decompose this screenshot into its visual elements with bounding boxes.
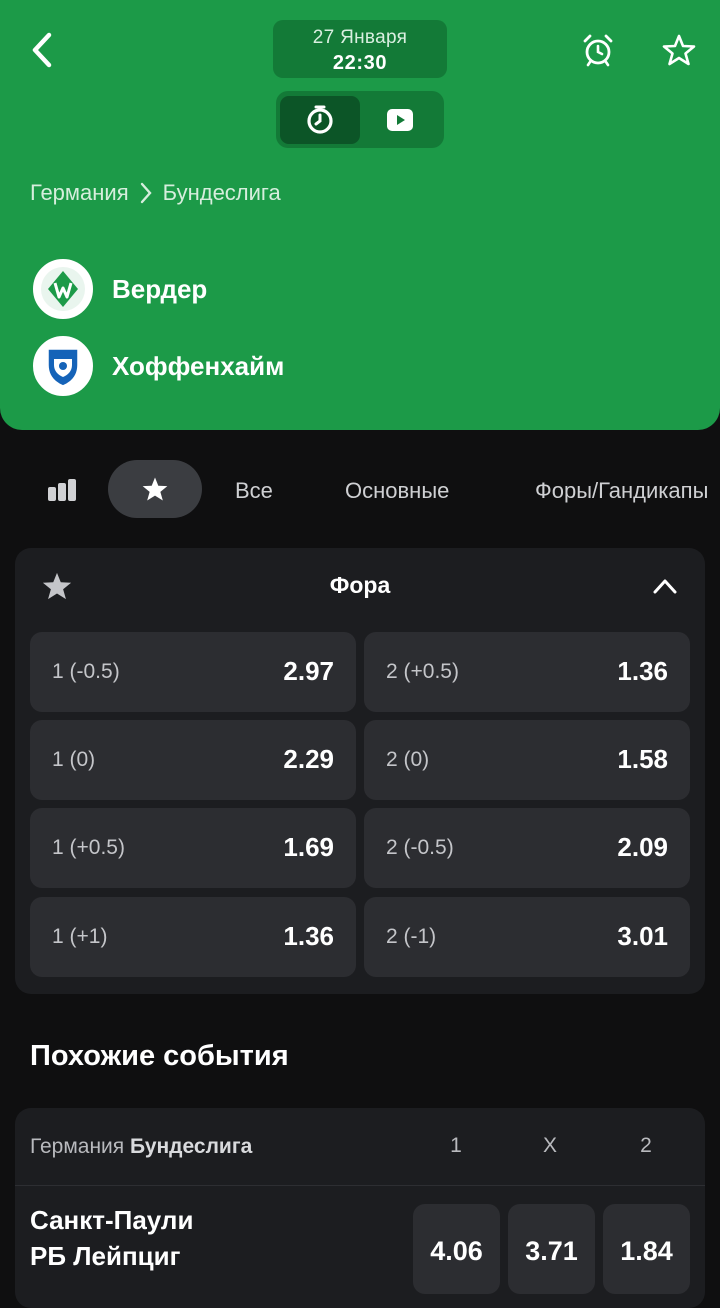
tab-main[interactable]: Основные xyxy=(345,478,449,504)
breadcrumb[interactable]: Германия Бундеслига xyxy=(30,180,281,206)
event-teams[interactable]: Санкт-Паули РБ Лейпциг xyxy=(30,1202,193,1274)
event-odd-x[interactable]: 3.71 xyxy=(508,1204,595,1294)
alarm-button[interactable] xyxy=(578,30,618,70)
odd-cell[interactable]: 2 (-0.5) 2.09 xyxy=(364,808,690,888)
event-league-name: Бундеслига xyxy=(130,1135,253,1158)
odd-value: 2.97 xyxy=(283,656,334,686)
breadcrumb-league[interactable]: Бундеслига xyxy=(163,180,281,206)
event-odd-2[interactable]: 1.84 xyxy=(603,1204,690,1294)
tab-favorites[interactable] xyxy=(108,460,202,518)
video-view-button[interactable] xyxy=(360,96,440,144)
away-team-name: Хоффенхайм xyxy=(112,350,285,381)
odd-label: 2 (0) xyxy=(386,748,430,771)
similar-events-title: Похожие события xyxy=(30,1040,289,1072)
odd-cell[interactable]: 2 (-1) 3.01 xyxy=(364,897,690,977)
event-team1: Санкт-Паули xyxy=(30,1205,194,1235)
odd-value: 1.58 xyxy=(617,744,668,774)
odd-label: 1 (0) xyxy=(52,748,96,771)
handicap-market-card: Фора 1 (-0.5) 2.97 2 (+0.5) 1.36 1 (0) 2… xyxy=(15,548,705,994)
odd-value: 3.01 xyxy=(617,921,668,951)
favorite-button[interactable] xyxy=(659,30,699,70)
similar-event-card: Германия Бундеслига 1 X 2 Санкт-Паули РБ… xyxy=(15,1108,705,1308)
timer-view-button[interactable] xyxy=(280,96,360,144)
match-date: 27 Января xyxy=(312,27,408,48)
play-video-icon xyxy=(387,109,413,131)
odd-label: 1 (+1) xyxy=(52,925,108,948)
view-toggle xyxy=(276,91,444,148)
match-datetime: 27 Января 22:30 xyxy=(273,20,447,78)
stopwatch-icon xyxy=(307,105,333,134)
breadcrumb-country[interactable]: Германия xyxy=(30,180,129,206)
odd-cell[interactable]: 1 (-0.5) 2.97 xyxy=(30,632,356,712)
alarm-clock-icon xyxy=(583,34,613,67)
collapse-button[interactable] xyxy=(651,574,679,603)
tab-all[interactable]: Все xyxy=(235,478,273,504)
tab-statistics[interactable] xyxy=(40,472,84,508)
home-team-logo xyxy=(30,256,96,322)
market-title: Фора xyxy=(329,572,391,598)
odd-value: 2.09 xyxy=(617,832,668,862)
market-header[interactable]: Фора xyxy=(15,548,705,624)
column-header-x: X xyxy=(542,1134,557,1157)
home-team: Вердер xyxy=(30,256,207,322)
odd-label: 1 (+0.5) xyxy=(52,836,125,859)
tab-handicap[interactable]: Форы/Гандикапы xyxy=(535,478,708,504)
event-odd-1[interactable]: 4.06 xyxy=(413,1204,500,1294)
column-header-1: 1 xyxy=(450,1134,462,1157)
column-header-2: 2 xyxy=(640,1134,652,1157)
odd-cell[interactable]: 2 (+0.5) 1.36 xyxy=(364,632,690,712)
star-outline-icon xyxy=(662,34,696,66)
chevron-right-icon xyxy=(140,182,152,204)
star-filled-icon xyxy=(142,477,168,501)
match-time: 22:30 xyxy=(332,52,388,74)
odd-label: 1 (-0.5) xyxy=(52,660,120,683)
odd-value: 1.36 xyxy=(283,921,334,951)
event-league: Германия Бундеслига xyxy=(30,1135,252,1159)
home-team-name: Вердер xyxy=(112,273,208,304)
event-league-header: Германия Бундеслига 1 X 2 xyxy=(15,1108,705,1186)
odd-value: 1.36 xyxy=(617,656,668,686)
away-team: Хоффенхайм xyxy=(30,333,284,399)
odd-label: 2 (+0.5) xyxy=(386,660,459,683)
match-header: 27 Января 22:30 Германия Бундеслига Верд… xyxy=(0,0,720,430)
chevron-up-icon xyxy=(653,579,677,594)
event-team2: РБ Лейпциг xyxy=(30,1241,181,1271)
chevron-left-icon xyxy=(32,32,52,68)
bar-chart-icon xyxy=(48,479,76,501)
away-team-logo xyxy=(30,333,96,399)
odd-cell[interactable]: 1 (+0.5) 1.69 xyxy=(30,808,356,888)
odd-value: 2.29 xyxy=(283,744,334,774)
odd-cell[interactable]: 1 (+1) 1.36 xyxy=(30,897,356,977)
odd-cell[interactable]: 2 (0) 1.58 xyxy=(364,720,690,800)
odd-cell[interactable]: 1 (0) 2.29 xyxy=(30,720,356,800)
odd-label: 2 (-1) xyxy=(386,925,437,948)
back-button[interactable] xyxy=(22,28,62,72)
event-country: Германия xyxy=(30,1135,125,1158)
odd-label: 2 (-0.5) xyxy=(386,836,454,859)
market-tabs: Все Основные Форы/Гандикапы xyxy=(0,460,720,520)
odd-value: 1.69 xyxy=(283,832,334,862)
